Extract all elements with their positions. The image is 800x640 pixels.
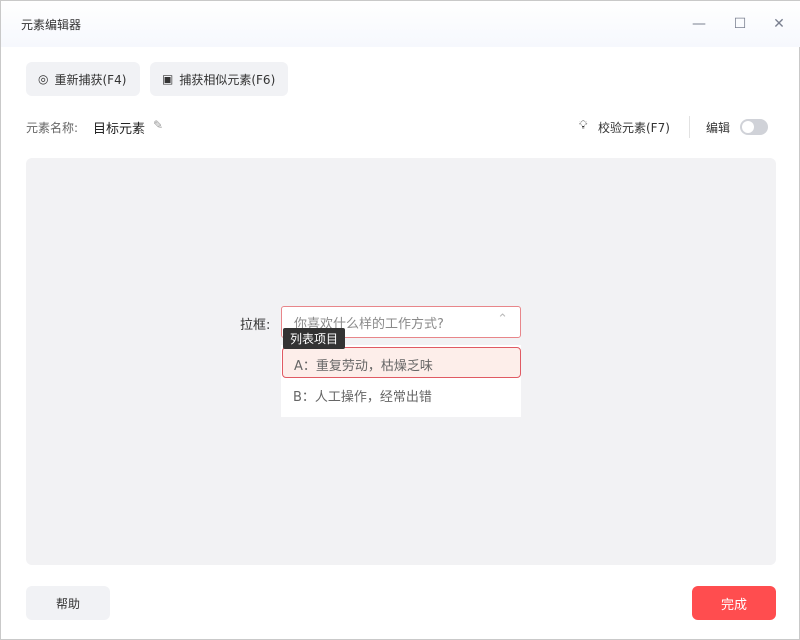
help-button[interactable]: 帮助 xyxy=(26,586,110,620)
recapture-button[interactable]: ◎ 重新捕获(F4) xyxy=(26,62,140,96)
done-button[interactable]: 完成 xyxy=(692,586,776,620)
element-name-label: 元素名称: xyxy=(26,121,79,135)
element-name-value: 目标元素 xyxy=(93,122,146,137)
validate-element-button[interactable]: 校验元素(F7) xyxy=(598,119,670,136)
minimize-icon[interactable]: — xyxy=(688,13,710,35)
close-icon[interactable]: ✕ xyxy=(768,13,790,35)
title-bar: 元素编辑器 — ☐ ✕ xyxy=(1,1,800,47)
dropdown-list: A：重复劳动，枯燥乏味 B：人工操作，经常出错 xyxy=(281,345,521,417)
list-item[interactable]: A：重复劳动，枯燥乏味 xyxy=(282,347,521,378)
edit-label: 编辑 xyxy=(706,121,731,135)
divider xyxy=(689,116,690,138)
element-tooltip: 列表项目 xyxy=(283,328,346,349)
window-title: 元素编辑器 xyxy=(21,18,82,32)
capture-similar-button[interactable]: ▣ 捕获相似元素(F6) xyxy=(150,62,288,96)
chevron-up-icon: ⌃ xyxy=(497,312,508,327)
pencil-icon[interactable]: ✎ xyxy=(153,118,163,132)
lightbulb-icon: 💡︎ xyxy=(579,118,588,132)
maximize-icon[interactable]: ☐ xyxy=(729,13,751,35)
capture-similar-label: 捕获相似元素(F6) xyxy=(179,72,276,87)
capture-similar-icon: ▣ xyxy=(162,72,174,86)
field-label: 拉框: xyxy=(240,318,271,333)
recapture-label: 重新捕获(F4) xyxy=(54,72,127,87)
edit-toggle[interactable] xyxy=(740,119,768,135)
recapture-icon: ◎ xyxy=(38,72,49,86)
list-item[interactable]: B：人工操作，经常出错 xyxy=(282,379,521,410)
